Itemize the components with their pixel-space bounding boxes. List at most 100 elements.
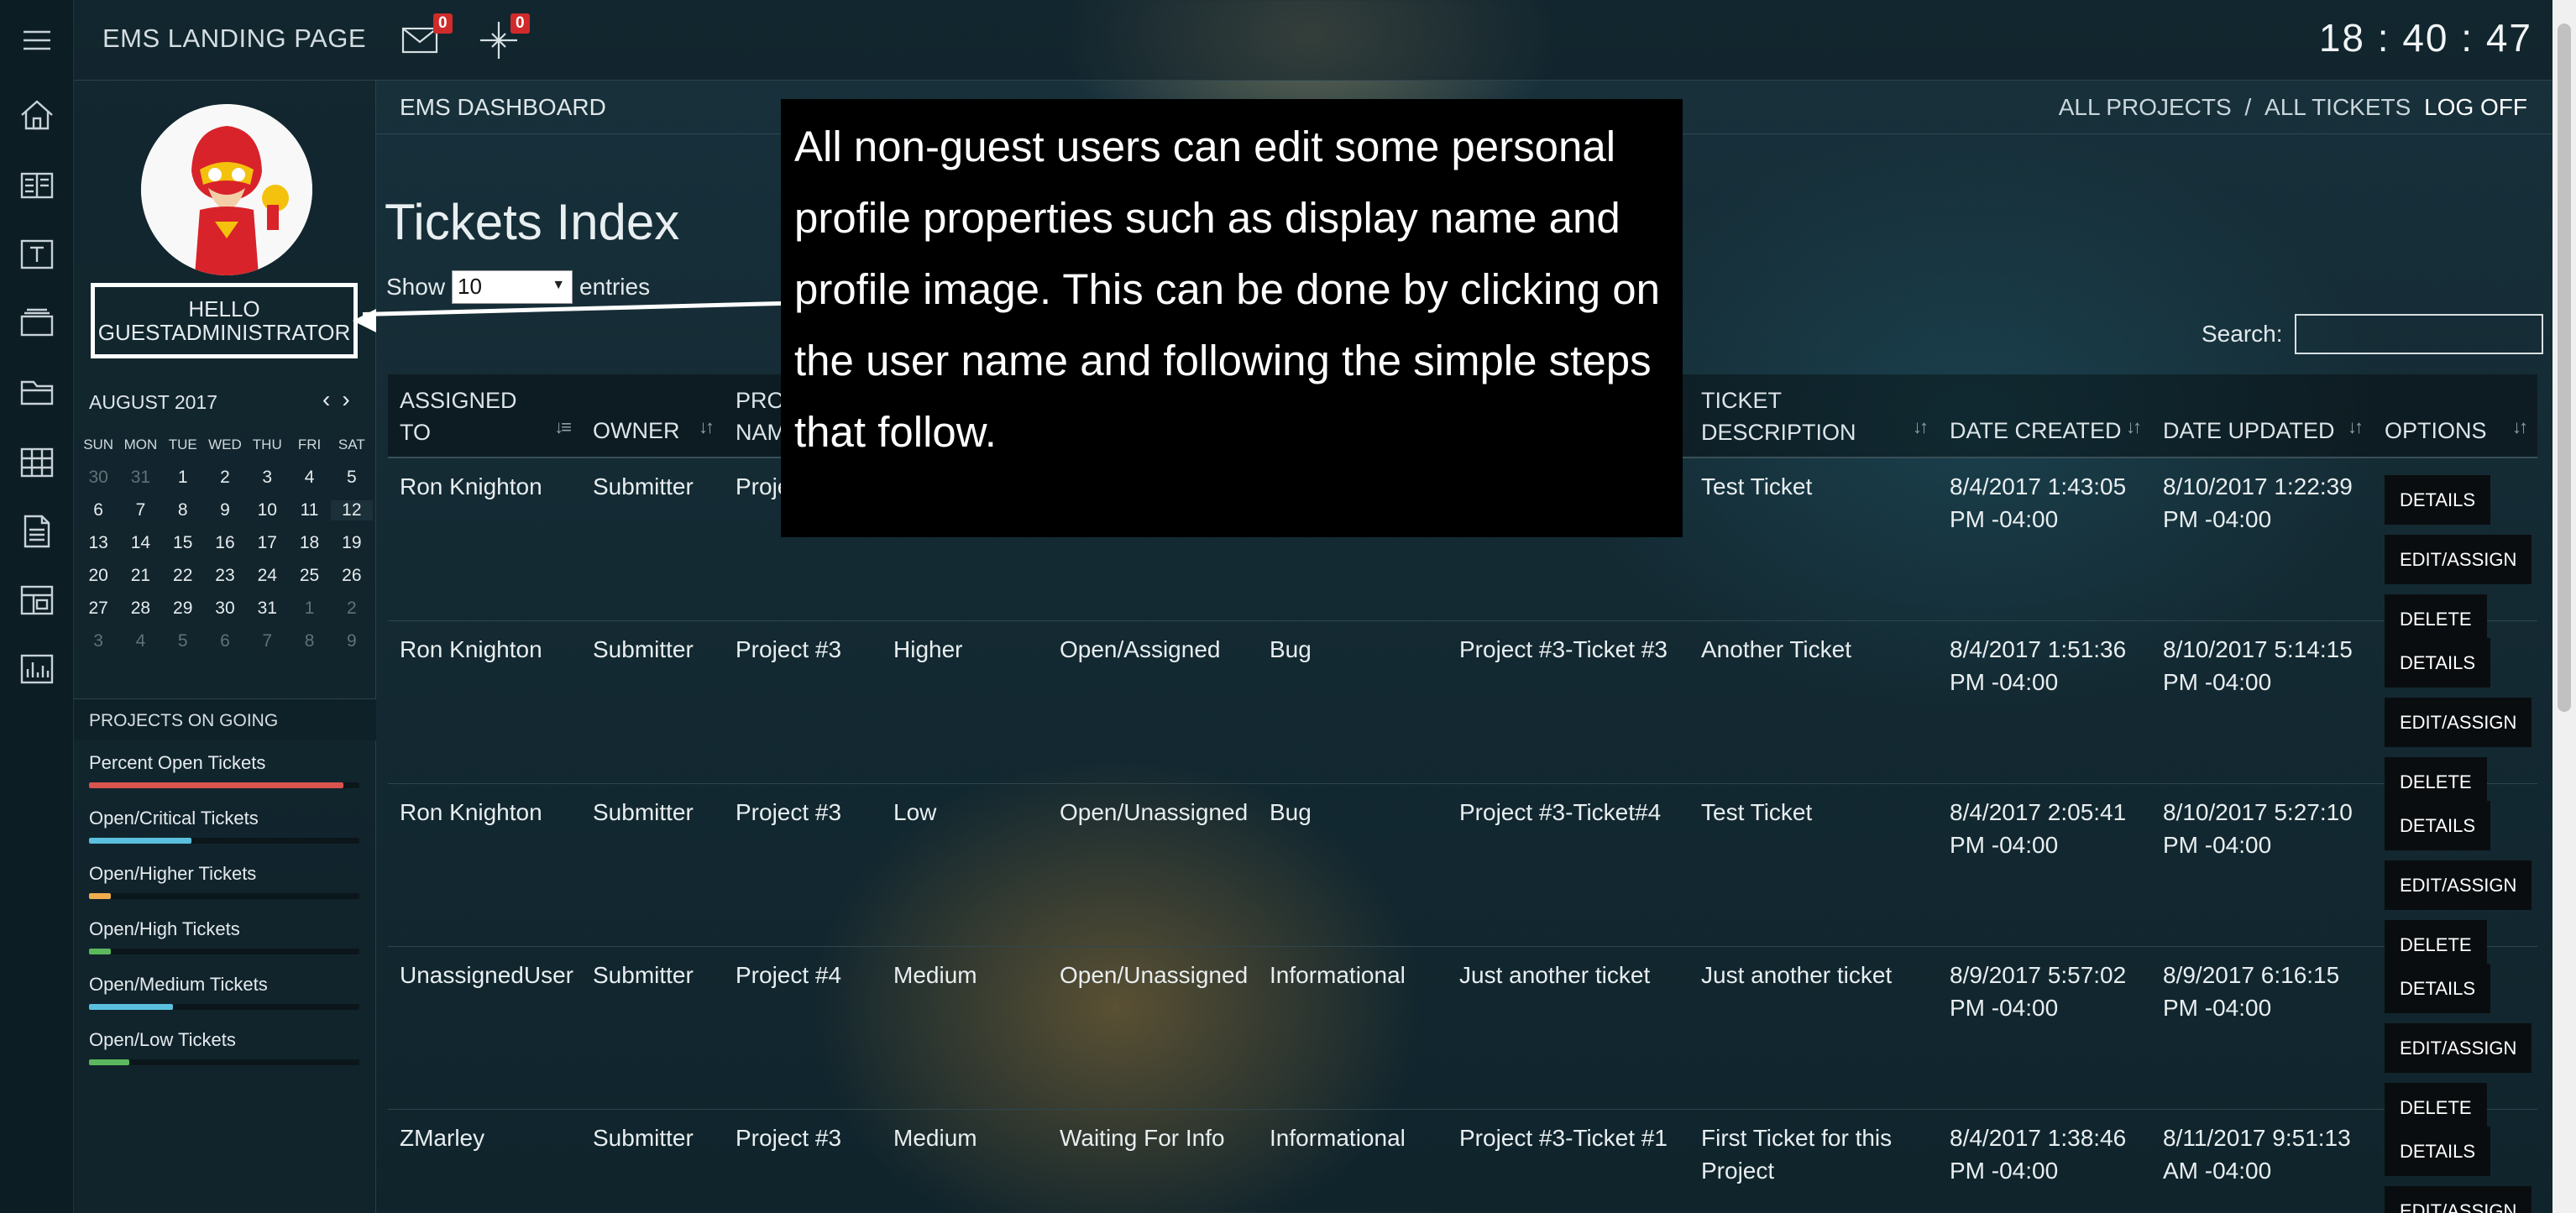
folder-icon[interactable] bbox=[0, 363, 74, 421]
column-header-date-created[interactable]: DATE CREATED ↓↑ bbox=[1938, 374, 2151, 457]
user-greeting-link[interactable]: HELLO GUESTADMINISTRATOR bbox=[91, 283, 358, 358]
text-icon[interactable] bbox=[0, 225, 74, 284]
calendar-day[interactable]: 4 bbox=[119, 631, 161, 651]
grid-icon[interactable] bbox=[0, 433, 74, 492]
calendar-day[interactable]: 5 bbox=[331, 468, 373, 488]
calendar-day[interactable]: 1 bbox=[162, 468, 204, 488]
cell-date-updated: 8/10/2017 5:27:10 PM -04:00 bbox=[2163, 799, 2353, 858]
calendar-day[interactable]: 22 bbox=[162, 566, 204, 586]
calendar-day[interactable]: 20 bbox=[77, 566, 119, 586]
hamburger-menu-icon[interactable] bbox=[0, 0, 74, 81]
column-header-options[interactable]: OPTIONS ↓↑ bbox=[2373, 374, 2537, 457]
column-header-assigned[interactable]: ASSIGNED TO ↓≡ bbox=[388, 374, 581, 457]
details-button[interactable]: DETAILS bbox=[2385, 1127, 2491, 1176]
details-button[interactable]: DETAILS bbox=[2385, 475, 2491, 525]
bar-chart-icon[interactable] bbox=[0, 640, 74, 698]
calendar-day[interactable]: 2 bbox=[204, 468, 246, 488]
cell-project: Project #3 bbox=[736, 636, 842, 662]
entries-select[interactable]: 10 bbox=[452, 270, 573, 304]
layout-icon[interactable] bbox=[0, 571, 74, 630]
all-tickets-link[interactable]: ALL TICKETS bbox=[2264, 94, 2411, 120]
cell-options: DETAILS EDIT/ASSIGN DELETE bbox=[2373, 947, 2537, 1132]
cell-type: Bug bbox=[1270, 799, 1312, 825]
board-icon[interactable] bbox=[0, 156, 74, 215]
calendar-day[interactable]: 16 bbox=[204, 533, 246, 553]
calendar-day[interactable]: 23 bbox=[204, 566, 246, 586]
calendar-day[interactable]: 2 bbox=[331, 599, 373, 619]
sort-icon: ↓↑ bbox=[699, 416, 715, 437]
calendar-day[interactable]: 7 bbox=[119, 500, 161, 520]
details-button[interactable]: DETAILS bbox=[2385, 638, 2491, 688]
edit-assign-button[interactable]: EDIT/ASSIGN bbox=[2385, 860, 2532, 910]
calendar-day[interactable]: 1 bbox=[288, 599, 330, 619]
calendar-day[interactable]: 15 bbox=[162, 533, 204, 553]
alerts-badge: 0 bbox=[510, 13, 530, 34]
calendar-dow: WED bbox=[208, 436, 242, 452]
calendar-day[interactable]: 29 bbox=[162, 599, 204, 619]
calendar-day[interactable]: 31 bbox=[246, 599, 288, 619]
calendar-day[interactable]: 17 bbox=[246, 533, 288, 553]
details-button[interactable]: DETAILS bbox=[2385, 801, 2491, 850]
cell-project: Project #3 bbox=[736, 799, 842, 825]
edit-assign-button[interactable]: EDIT/ASSIGN bbox=[2385, 535, 2532, 584]
calendar-day[interactable]: 5 bbox=[162, 631, 204, 651]
calendar-day[interactable]: 14 bbox=[119, 533, 161, 553]
calendar-month: AUGUST 2017 bbox=[89, 391, 217, 413]
calendar-day[interactable]: 9 bbox=[204, 500, 246, 520]
calendar-day[interactable]: 19 bbox=[331, 533, 373, 553]
dashboard-title[interactable]: EMS DASHBOARD bbox=[400, 94, 606, 121]
calendar-day-today[interactable]: 12 bbox=[330, 499, 373, 520]
document-icon[interactable] bbox=[0, 502, 74, 561]
calendar-day[interactable]: 27 bbox=[77, 599, 119, 619]
calendar-day[interactable]: 21 bbox=[119, 566, 161, 586]
calendar-day[interactable]: 6 bbox=[77, 500, 119, 520]
edit-assign-button[interactable]: EDIT/ASSIGN bbox=[2385, 698, 2532, 747]
calendar-day[interactable]: 18 bbox=[288, 533, 330, 553]
stack-icon[interactable] bbox=[0, 294, 74, 353]
calendar-day[interactable]: 3 bbox=[246, 468, 288, 488]
calendar-day[interactable]: 24 bbox=[246, 566, 288, 586]
calendar-day[interactable]: 7 bbox=[246, 631, 288, 651]
app-title[interactable]: EMS LANDING PAGE bbox=[102, 24, 366, 54]
calendar-day[interactable]: 8 bbox=[162, 500, 204, 520]
all-projects-link[interactable]: ALL PROJECTS bbox=[2059, 94, 2232, 120]
calendar-day[interactable]: 13 bbox=[77, 533, 119, 553]
calendar-day[interactable]: 31 bbox=[119, 468, 161, 488]
page-scrollbar[interactable] bbox=[2552, 0, 2576, 1213]
alerts-icon[interactable]: 0 bbox=[477, 13, 530, 62]
calendar-day[interactable]: 30 bbox=[77, 468, 119, 488]
home-icon[interactable] bbox=[0, 86, 74, 144]
avatar[interactable] bbox=[141, 104, 312, 275]
edit-assign-button[interactable]: EDIT/ASSIGN bbox=[2385, 1023, 2532, 1073]
calendar-day[interactable]: 26 bbox=[331, 566, 373, 586]
column-header-description[interactable]: TICKET DESCRIPTION ↓↑ bbox=[1689, 374, 1938, 457]
column-header-date-updated[interactable]: DATE UPDATED ↓↑ bbox=[2151, 374, 2373, 457]
calendar-day[interactable]: 10 bbox=[246, 500, 288, 520]
chevron-left-icon[interactable]: ‹ bbox=[322, 386, 342, 412]
calendar-day[interactable]: 28 bbox=[119, 599, 161, 619]
calendar-day[interactable]: 3 bbox=[77, 631, 119, 651]
calendar-day[interactable]: 9 bbox=[331, 631, 373, 651]
edit-assign-button[interactable]: EDIT/ASSIGN bbox=[2385, 1186, 2532, 1213]
entries-control: Show 10 entries bbox=[386, 270, 650, 304]
calendar-day[interactable]: 4 bbox=[288, 468, 330, 488]
calendar-day[interactable]: 25 bbox=[288, 566, 330, 586]
scrollbar-thumb[interactable] bbox=[2558, 24, 2571, 712]
calendar-day[interactable]: 6 bbox=[204, 631, 246, 651]
search-input[interactable] bbox=[2294, 314, 2543, 354]
cell-owner: Submitter bbox=[593, 799, 694, 825]
column-header-owner[interactable]: OWNER ↓↑ bbox=[581, 374, 724, 457]
show-label: Show bbox=[386, 274, 446, 300]
calendar-day[interactable]: 11 bbox=[288, 500, 330, 520]
cell-owner: Submitter bbox=[593, 962, 694, 988]
log-off-link[interactable]: LOG OFF bbox=[2424, 94, 2527, 120]
calendar-day[interactable]: 30 bbox=[204, 599, 246, 619]
details-button[interactable]: DETAILS bbox=[2385, 964, 2491, 1013]
chevron-right-icon[interactable]: › bbox=[342, 386, 361, 412]
mail-icon[interactable]: 0 bbox=[400, 13, 453, 62]
cell-priority: Low bbox=[893, 799, 937, 825]
calendar-day[interactable]: 8 bbox=[288, 631, 330, 651]
cell-date-updated: 8/10/2017 1:22:39 PM -04:00 bbox=[2163, 473, 2353, 532]
cell-priority: Higher bbox=[893, 636, 963, 662]
cell-project: Project #3 bbox=[736, 1125, 842, 1151]
